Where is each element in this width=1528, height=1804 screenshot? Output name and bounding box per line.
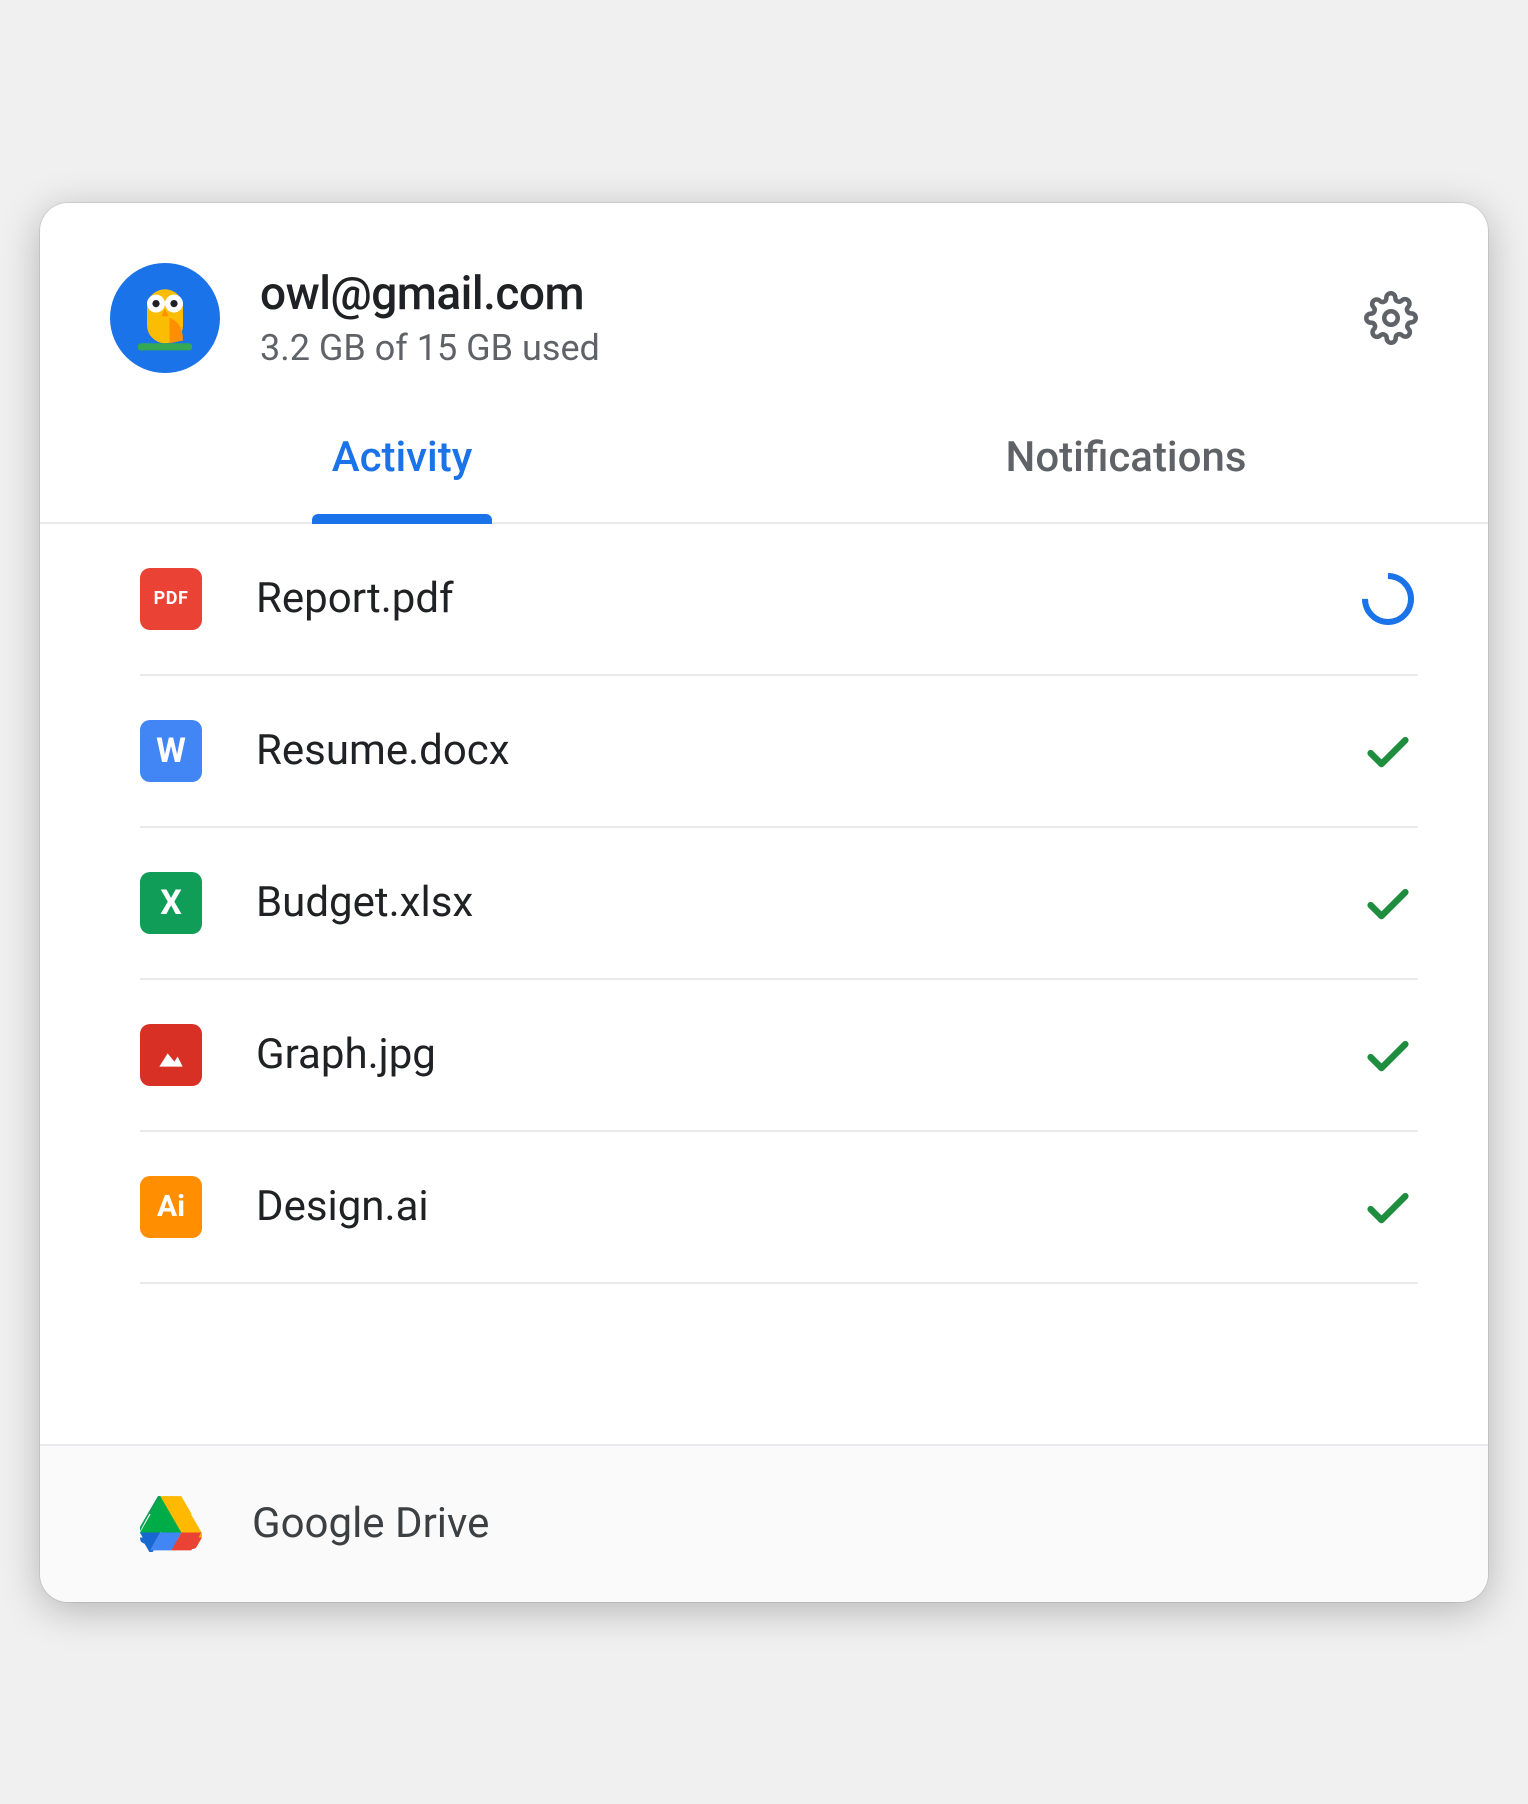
image-icon [140,1024,202,1086]
file-name: Report.pdf [256,574,1358,623]
status-uploading [1358,569,1418,629]
status-done [1358,1025,1418,1085]
file-list: PDF Report.pdf W Resume.docx X Budget.xl… [40,524,1488,1284]
tab-activity[interactable]: Activity [40,403,764,522]
status-done [1358,1177,1418,1237]
status-done [1358,721,1418,781]
check-icon [1362,1181,1414,1233]
tab-notifications[interactable]: Notifications [764,403,1488,522]
google-drive-icon [140,1496,202,1552]
spacer [40,1284,1488,1444]
file-name: Graph.jpg [256,1030,1358,1079]
file-row[interactable]: PDF Report.pdf [140,524,1418,676]
drive-panel: owl@gmail.com 3.2 GB of 15 GB used Activ… [40,203,1488,1602]
file-name: Resume.docx [256,726,1358,775]
owl-avatar-icon [120,273,210,363]
file-name: Budget.xlsx [256,878,1358,927]
account-email: owl@gmail.com [260,267,1364,321]
excel-icon: X [140,872,202,934]
account-info: owl@gmail.com 3.2 GB of 15 GB used [260,267,1364,369]
gear-icon [1364,291,1418,345]
image-glyph-icon [151,1035,191,1075]
pdf-icon: PDF [140,568,202,630]
check-icon [1362,877,1414,929]
file-row[interactable]: Graph.jpg [140,980,1418,1132]
header: owl@gmail.com 3.2 GB of 15 GB used [40,203,1488,403]
spinner-icon [1351,562,1425,636]
settings-button[interactable] [1364,291,1418,345]
tabs: Activity Notifications [40,403,1488,524]
check-icon [1362,725,1414,777]
avatar[interactable] [110,263,220,373]
status-done [1358,873,1418,933]
file-name: Design.ai [256,1182,1358,1231]
file-row[interactable]: X Budget.xlsx [140,828,1418,980]
footer[interactable]: Google Drive [40,1444,1488,1602]
illustrator-icon: Ai [140,1176,202,1238]
storage-usage: 3.2 GB of 15 GB used [260,327,1364,369]
word-icon: W [140,720,202,782]
file-row[interactable]: Ai Design.ai [140,1132,1418,1284]
footer-product-label: Google Drive [252,1499,489,1548]
file-row[interactable]: W Resume.docx [140,676,1418,828]
check-icon [1362,1029,1414,1081]
